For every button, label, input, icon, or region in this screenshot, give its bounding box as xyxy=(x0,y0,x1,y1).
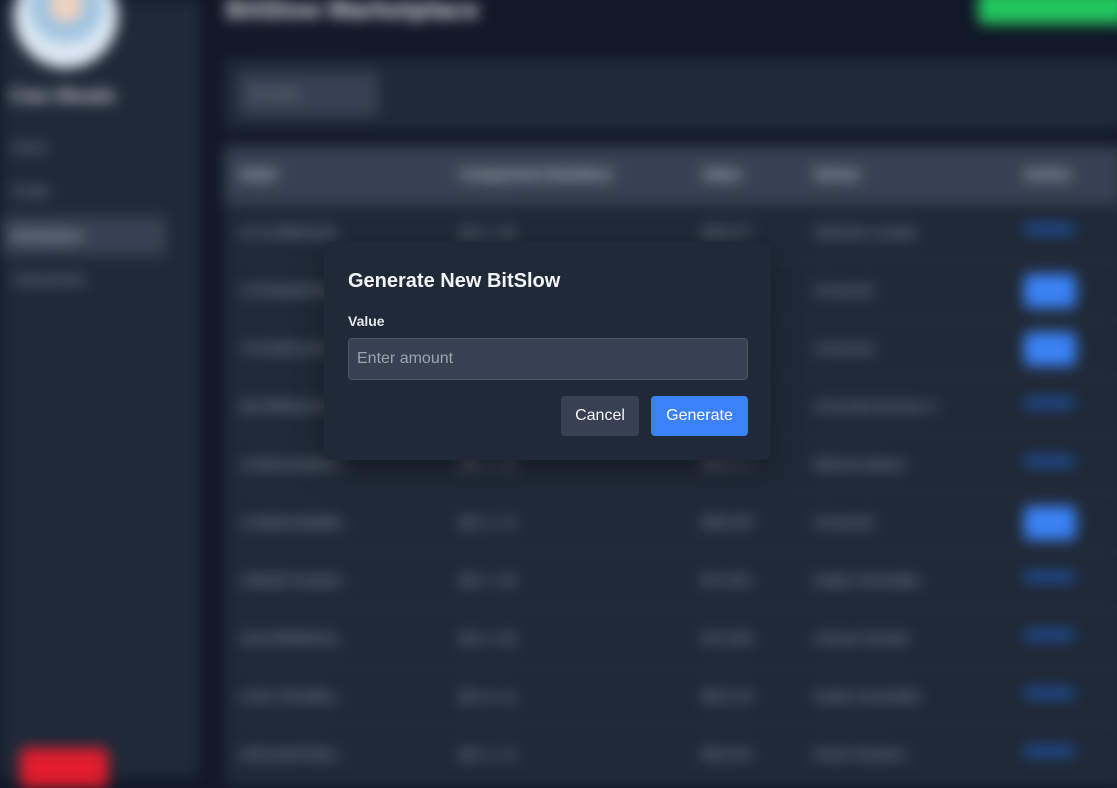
column-header-components: Component Numbers xyxy=(460,166,613,183)
modal-title: Generate New BitSlow xyxy=(348,270,561,292)
cell-value: $74,309 xyxy=(702,630,753,646)
cell-owner: Kaden Schmidler xyxy=(814,688,921,704)
cancel-button[interactable]: Cancel xyxy=(561,396,639,436)
view-link[interactable] xyxy=(1024,224,1074,234)
buy-button[interactable] xyxy=(1024,274,1076,308)
user-name: Cian Meade xyxy=(10,86,116,107)
cell-hash: e19cc7f5c9b6c... xyxy=(240,688,346,704)
cell-owner: Mitchel Adams xyxy=(814,456,906,472)
table-row: 1c0d9e4c8a8bb... [84, 2, 7] $38,520 Unowned xyxy=(224,494,1117,552)
cell-components: [84, 2, 8] xyxy=(460,224,515,240)
cell-components: [84, 1, 8] xyxy=(460,572,515,588)
generate-button[interactable]: Generate xyxy=(651,396,748,436)
cell-components: [84, 2, 7] xyxy=(460,746,515,762)
cell-components: [84, 6, 1] xyxy=(460,688,515,704)
buy-button[interactable] xyxy=(1024,332,1076,366)
page-title: BitSlow Marketplace xyxy=(226,0,479,24)
cell-components: [94, 2, 8] xyxy=(460,630,515,646)
cell-value: $38,577 xyxy=(702,224,753,240)
column-header-owner: Owner xyxy=(814,166,861,183)
sidebar-item-marketplace[interactable]: Marketplace xyxy=(0,216,166,256)
logout-button[interactable] xyxy=(20,748,108,788)
cell-owner: Kelvin Dickens xyxy=(814,746,906,762)
sidebar-item-transactions[interactable]: Transactions xyxy=(0,260,166,300)
coin-filter-select[interactable]: All Coins xyxy=(238,72,378,116)
sidebar-item-home[interactable]: Home xyxy=(0,128,166,168)
table-row: c9a7d3f4b64c9... [94, 2, 8] $74,309 Carson … xyxy=(224,610,1117,668)
cell-owner: Concetta Deckow V xyxy=(814,398,937,414)
column-header-action: Action xyxy=(1024,166,1071,183)
cell-value: $53,213 xyxy=(702,688,753,704)
cell-owner: Unowned xyxy=(814,282,874,298)
cell-hash: c5b3a07c1ba5e... xyxy=(240,572,352,588)
view-link[interactable] xyxy=(1024,688,1074,698)
view-link[interactable] xyxy=(1024,456,1074,466)
cell-hash: a7c1c9f8e6a4b... xyxy=(240,224,348,240)
sidebar-item-profile[interactable]: Profile xyxy=(0,172,166,212)
filter-bar: All Coins xyxy=(224,58,1117,130)
cell-owner: Kaden Schmidler xyxy=(814,572,921,588)
buy-button[interactable] xyxy=(1024,506,1076,540)
cell-owner: Unowned xyxy=(814,514,874,530)
table-row: c5b3a07c1ba5e... [84, 1, 8] $73,301 Kaden S… xyxy=(224,552,1117,610)
header: BitSlow Marketplace xyxy=(200,0,1117,45)
generate-coin-button[interactable] xyxy=(978,0,1117,24)
cell-hash: a4f12ea87b2bc... xyxy=(240,746,349,762)
cell-hash: c9a7d3f4b64c9... xyxy=(240,630,348,646)
view-link[interactable] xyxy=(1024,746,1074,756)
view-link[interactable] xyxy=(1024,630,1074,640)
value-field-label: Value xyxy=(348,313,385,329)
table-header: Hash Component Numbers Value Owner Actio… xyxy=(224,146,1117,204)
avatar xyxy=(14,0,118,68)
generate-bitslow-modal: Generate New BitSlow Value Cancel Genera… xyxy=(324,242,771,460)
cell-hash: 1c0d9e4c8a8bb... xyxy=(240,514,352,530)
cell-value: $38,520 xyxy=(702,514,753,530)
cell-owner: Unowned xyxy=(814,340,874,356)
view-link[interactable] xyxy=(1024,572,1074,582)
table-row: a4f12ea87b2bc... [84, 2, 7] $29,331 Kelvin … xyxy=(224,726,1117,784)
view-link[interactable] xyxy=(1024,398,1074,408)
cell-owner: Carson Kessler xyxy=(814,630,910,646)
cell-components: [84, 2, 7] xyxy=(460,514,515,530)
cell-value: $29,331 xyxy=(702,746,753,762)
cell-value: $73,301 xyxy=(702,572,753,588)
column-header-hash: Hash xyxy=(240,166,277,183)
table-row: e19cc7f5c9b6c... [84, 6, 1] $53,213 Kaden S… xyxy=(224,668,1117,726)
column-header-value: Value xyxy=(702,166,742,183)
amount-input[interactable] xyxy=(348,338,748,380)
sidebar: Cian Meade Home Profile Marketplace Tran… xyxy=(0,0,200,788)
cell-owner: Vehicles Lozada xyxy=(814,224,916,240)
